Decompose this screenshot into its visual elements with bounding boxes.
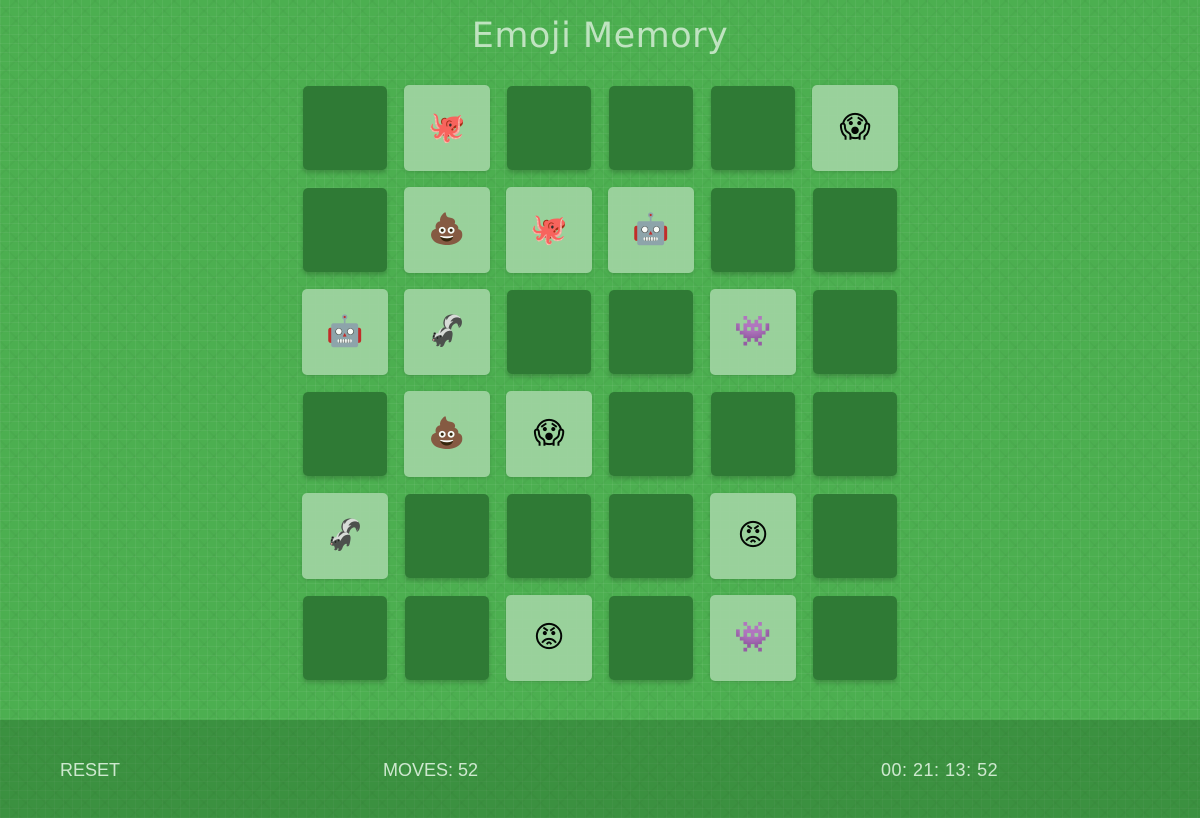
card-face-down[interactable] [813,494,897,578]
octopus-icon: 🐙 [428,110,466,145]
card-face-down[interactable] [711,86,795,170]
card-face-down[interactable] [507,290,591,374]
card-face-down[interactable] [405,494,489,578]
pile-of-poo-icon: 💩 [428,416,466,451]
skunk-icon: 🦨 [326,518,364,553]
reset-button[interactable]: RESET [60,760,120,781]
card-face-down[interactable] [303,188,387,272]
screaming-face-icon: 😱 [839,110,871,145]
card-face-down[interactable] [405,596,489,680]
skunk-icon: 🦨 [428,314,466,349]
card-face-up[interactable]: 😱 [812,85,898,171]
octopus-icon: 🐙 [530,212,568,247]
card-face-down[interactable] [813,188,897,272]
angry-face-icon: 😡 [533,620,565,655]
card-face-down[interactable] [303,86,387,170]
angry-face-icon: 😡 [737,518,769,553]
card-face-up[interactable]: 👾 [710,289,796,375]
robot-icon: 🤖 [632,212,670,247]
card-face-down[interactable] [813,596,897,680]
card-face-up[interactable]: 🐙 [506,187,592,273]
card-face-down[interactable] [813,290,897,374]
screaming-face-icon: 😱 [533,416,565,451]
robot-icon: 🤖 [326,314,364,349]
game-title: Emoji Memory [471,16,729,56]
card-face-up[interactable]: 🐙 [404,85,490,171]
timer-display: 00: 21: 13: 52 [881,760,999,780]
alien-monster-icon: 👾 [734,620,772,655]
card-face-down[interactable] [303,596,387,680]
card-face-up[interactable]: 💩 [404,187,490,273]
card-face-up[interactable]: 👾 [710,595,796,681]
card-face-down[interactable] [813,392,897,476]
card-face-down[interactable] [609,494,693,578]
card-face-down[interactable] [711,188,795,272]
card-face-up[interactable]: 😡 [710,493,796,579]
moves-counter: MOVES: 52 [383,760,479,780]
card-face-down[interactable] [711,392,795,476]
game-board: 🐙 😱 💩 🐙 🤖 🤖 🦨 👾 💩 😱 🦨 😡 😡 👾 [302,85,898,681]
card-face-down[interactable] [609,392,693,476]
card-face-down[interactable] [507,494,591,578]
pile-of-poo-icon: 💩 [428,212,466,247]
card-face-down[interactable] [507,86,591,170]
card-face-down[interactable] [609,86,693,170]
card-face-up[interactable]: 💩 [404,391,490,477]
card-face-up[interactable]: 🤖 [302,289,388,375]
card-face-up[interactable]: 🦨 [404,289,490,375]
card-face-up[interactable]: 🦨 [302,493,388,579]
footer-bar: RESET MOVES: 52 00: 21: 13: 52 [0,720,1200,818]
card-face-up[interactable]: 😱 [506,391,592,477]
alien-monster-icon: 👾 [734,314,772,349]
card-face-up[interactable]: 🤖 [608,187,694,273]
card-face-down[interactable] [609,596,693,680]
card-face-down[interactable] [609,290,693,374]
card-face-up[interactable]: 😡 [506,595,592,681]
card-face-down[interactable] [303,392,387,476]
